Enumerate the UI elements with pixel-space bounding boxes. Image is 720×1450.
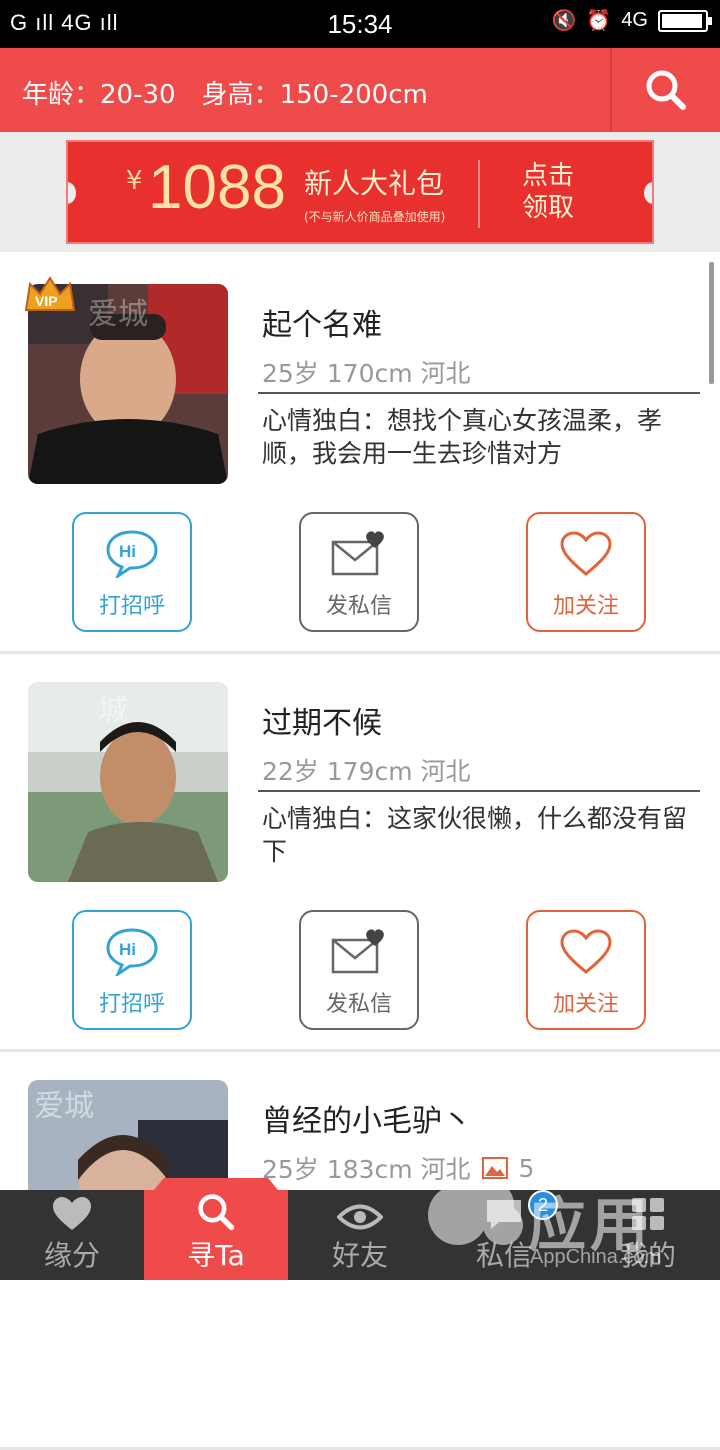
mute-icon: 🔇: [551, 10, 577, 32]
profile-meta: 25岁 183cm 河北 5: [262, 1150, 534, 1186]
avatar: 城: [28, 682, 228, 882]
photo-watermark: 城: [98, 693, 128, 728]
tab-messages[interactable]: 2 私信: [432, 1190, 576, 1280]
currency-symbol: ¥: [126, 166, 143, 196]
profile-name: 过期不候: [262, 706, 382, 741]
message-label: 发私信: [325, 594, 392, 619]
battery-icon: [658, 9, 712, 32]
tab-label: 我的: [619, 1239, 676, 1272]
promo-banner[interactable]: ¥ 1088 新人大礼包 (不与新人价商品叠加使用) 点击 领取: [66, 140, 654, 244]
photo-watermark: 爱城: [88, 297, 148, 332]
search-icon: [646, 70, 686, 110]
tab-label: 私信: [475, 1239, 532, 1272]
cta-line2: 领取: [521, 193, 574, 223]
hi-text: Hi: [119, 542, 136, 561]
action-row: Hi 打招呼 发私信 加关注: [72, 910, 648, 1032]
height-value: 150-200cm: [279, 80, 428, 110]
ticket-notch-right: [644, 182, 652, 204]
alarm-icon: ⏰: [586, 10, 612, 32]
heart-outline-icon: [560, 531, 612, 576]
greet-button[interactable]: Hi 打招呼: [72, 910, 192, 1030]
greet-button[interactable]: Hi 打招呼: [72, 512, 192, 632]
bottom-tab-bar: 缘分 寻Ta 好友 2 私信 我的: [0, 1190, 720, 1280]
profile-meta: 22岁 179cm 河北: [262, 752, 471, 788]
heart-icon: [53, 1197, 91, 1230]
height-label: 身高：: [201, 80, 280, 110]
tab-search[interactable]: 寻Ta: [144, 1190, 288, 1280]
status-icons: 🔇 ⏰ 4G: [551, 8, 712, 33]
profile-meta-text: 22岁 179cm 河北: [262, 757, 471, 786]
follow-label: 加关注: [552, 594, 619, 619]
age-label: 年龄：: [22, 80, 101, 110]
divider: [258, 790, 700, 792]
greet-label: 打招呼: [98, 594, 165, 619]
cta-line1: 点击: [521, 161, 574, 191]
hi-bubble-icon: Hi: [106, 530, 158, 578]
tab-mine[interactable]: 我的: [576, 1190, 720, 1280]
profile-card[interactable]: 爱城 VIP 起个名难 25岁 170cm 河北 心情独白：想找个真心女孩温柔，…: [0, 256, 720, 654]
promo-divider: [478, 160, 480, 228]
tab-label: 缘分: [43, 1239, 100, 1272]
vip-badge-text: VIP: [35, 293, 58, 309]
photo-count: 5: [518, 1153, 535, 1183]
profile-meta-text: 25岁 170cm 河北: [262, 359, 471, 388]
greet-label: 打招呼: [98, 992, 165, 1017]
divider: [258, 392, 700, 394]
profile-meta-text: 25岁 183cm 河北: [262, 1155, 471, 1184]
avatar: 爱城: [28, 284, 228, 484]
grid-icon: [632, 1198, 664, 1230]
message-icon: [487, 1200, 521, 1229]
vip-badge-icon: VIP: [24, 276, 76, 311]
tab-friends[interactable]: 好友: [288, 1190, 432, 1280]
photo-watermark: 爱城: [34, 1089, 94, 1124]
filter-summary[interactable]: 年龄：20-30 身高：150-200cm: [22, 74, 428, 111]
photo-album-icon: [481, 1157, 508, 1179]
promo-note: (不与新人价商品叠加使用): [304, 210, 446, 224]
promo-title: 新人大礼包: [304, 167, 445, 200]
claim-button[interactable]: 点击 领取: [508, 160, 588, 224]
filter-header: 年龄：20-30 身高：150-200cm: [0, 48, 720, 132]
envelope-heart-icon: [331, 531, 384, 576]
profile-name: 起个名难: [262, 308, 382, 343]
tab-fate[interactable]: 缘分: [0, 1190, 144, 1280]
profile-meta: 25岁 170cm 河北: [262, 354, 471, 390]
search-icon: [198, 1194, 235, 1231]
tab-label: 好友: [331, 1239, 388, 1272]
status-bar: G ıll 4G ıll 15:34 🔇 ⏰ 4G: [0, 0, 720, 48]
unread-badge: 2: [528, 1190, 558, 1220]
hi-bubble-icon: Hi: [106, 928, 158, 976]
action-row: Hi 打招呼 发私信 加关注: [72, 512, 648, 634]
profile-card[interactable]: 城 过期不候 22岁 179cm 河北 心情独白：这家伙很懒，什么都没有留下 H…: [0, 654, 720, 1052]
age-value: 20-30: [100, 80, 176, 110]
network-type: 4G: [621, 9, 648, 31]
profile-photo[interactable]: 爱城: [28, 284, 228, 484]
profile-bio: 心情独白：想找个真心女孩温柔，孝顺，我会用一生去珍惜对方: [262, 406, 663, 468]
hi-text: Hi: [119, 940, 136, 959]
profile-name: 曾经的小毛驴丶: [262, 1104, 472, 1139]
tab-label: 寻Ta: [187, 1239, 245, 1272]
message-label: 发私信: [325, 992, 392, 1017]
search-button[interactable]: [610, 48, 720, 132]
promo-banner-area: ¥ 1088 新人大礼包 (不与新人价商品叠加使用) 点击 领取: [0, 132, 720, 252]
message-button[interactable]: 发私信: [299, 512, 419, 632]
heart-outline-icon: [560, 929, 612, 974]
message-button[interactable]: 发私信: [299, 910, 419, 1030]
promo-amount: 1088: [148, 153, 286, 222]
follow-button[interactable]: 加关注: [526, 910, 646, 1030]
eye-icon: [337, 1204, 383, 1230]
ticket-notch-left: [68, 182, 76, 204]
follow-button[interactable]: 加关注: [526, 512, 646, 632]
profile-photo[interactable]: 城: [28, 682, 228, 882]
scrollbar[interactable]: [709, 262, 714, 384]
envelope-heart-icon: [331, 929, 384, 974]
follow-label: 加关注: [552, 992, 619, 1017]
profile-bio: 心情独白：这家伙很懒，什么都没有留下: [262, 804, 688, 866]
